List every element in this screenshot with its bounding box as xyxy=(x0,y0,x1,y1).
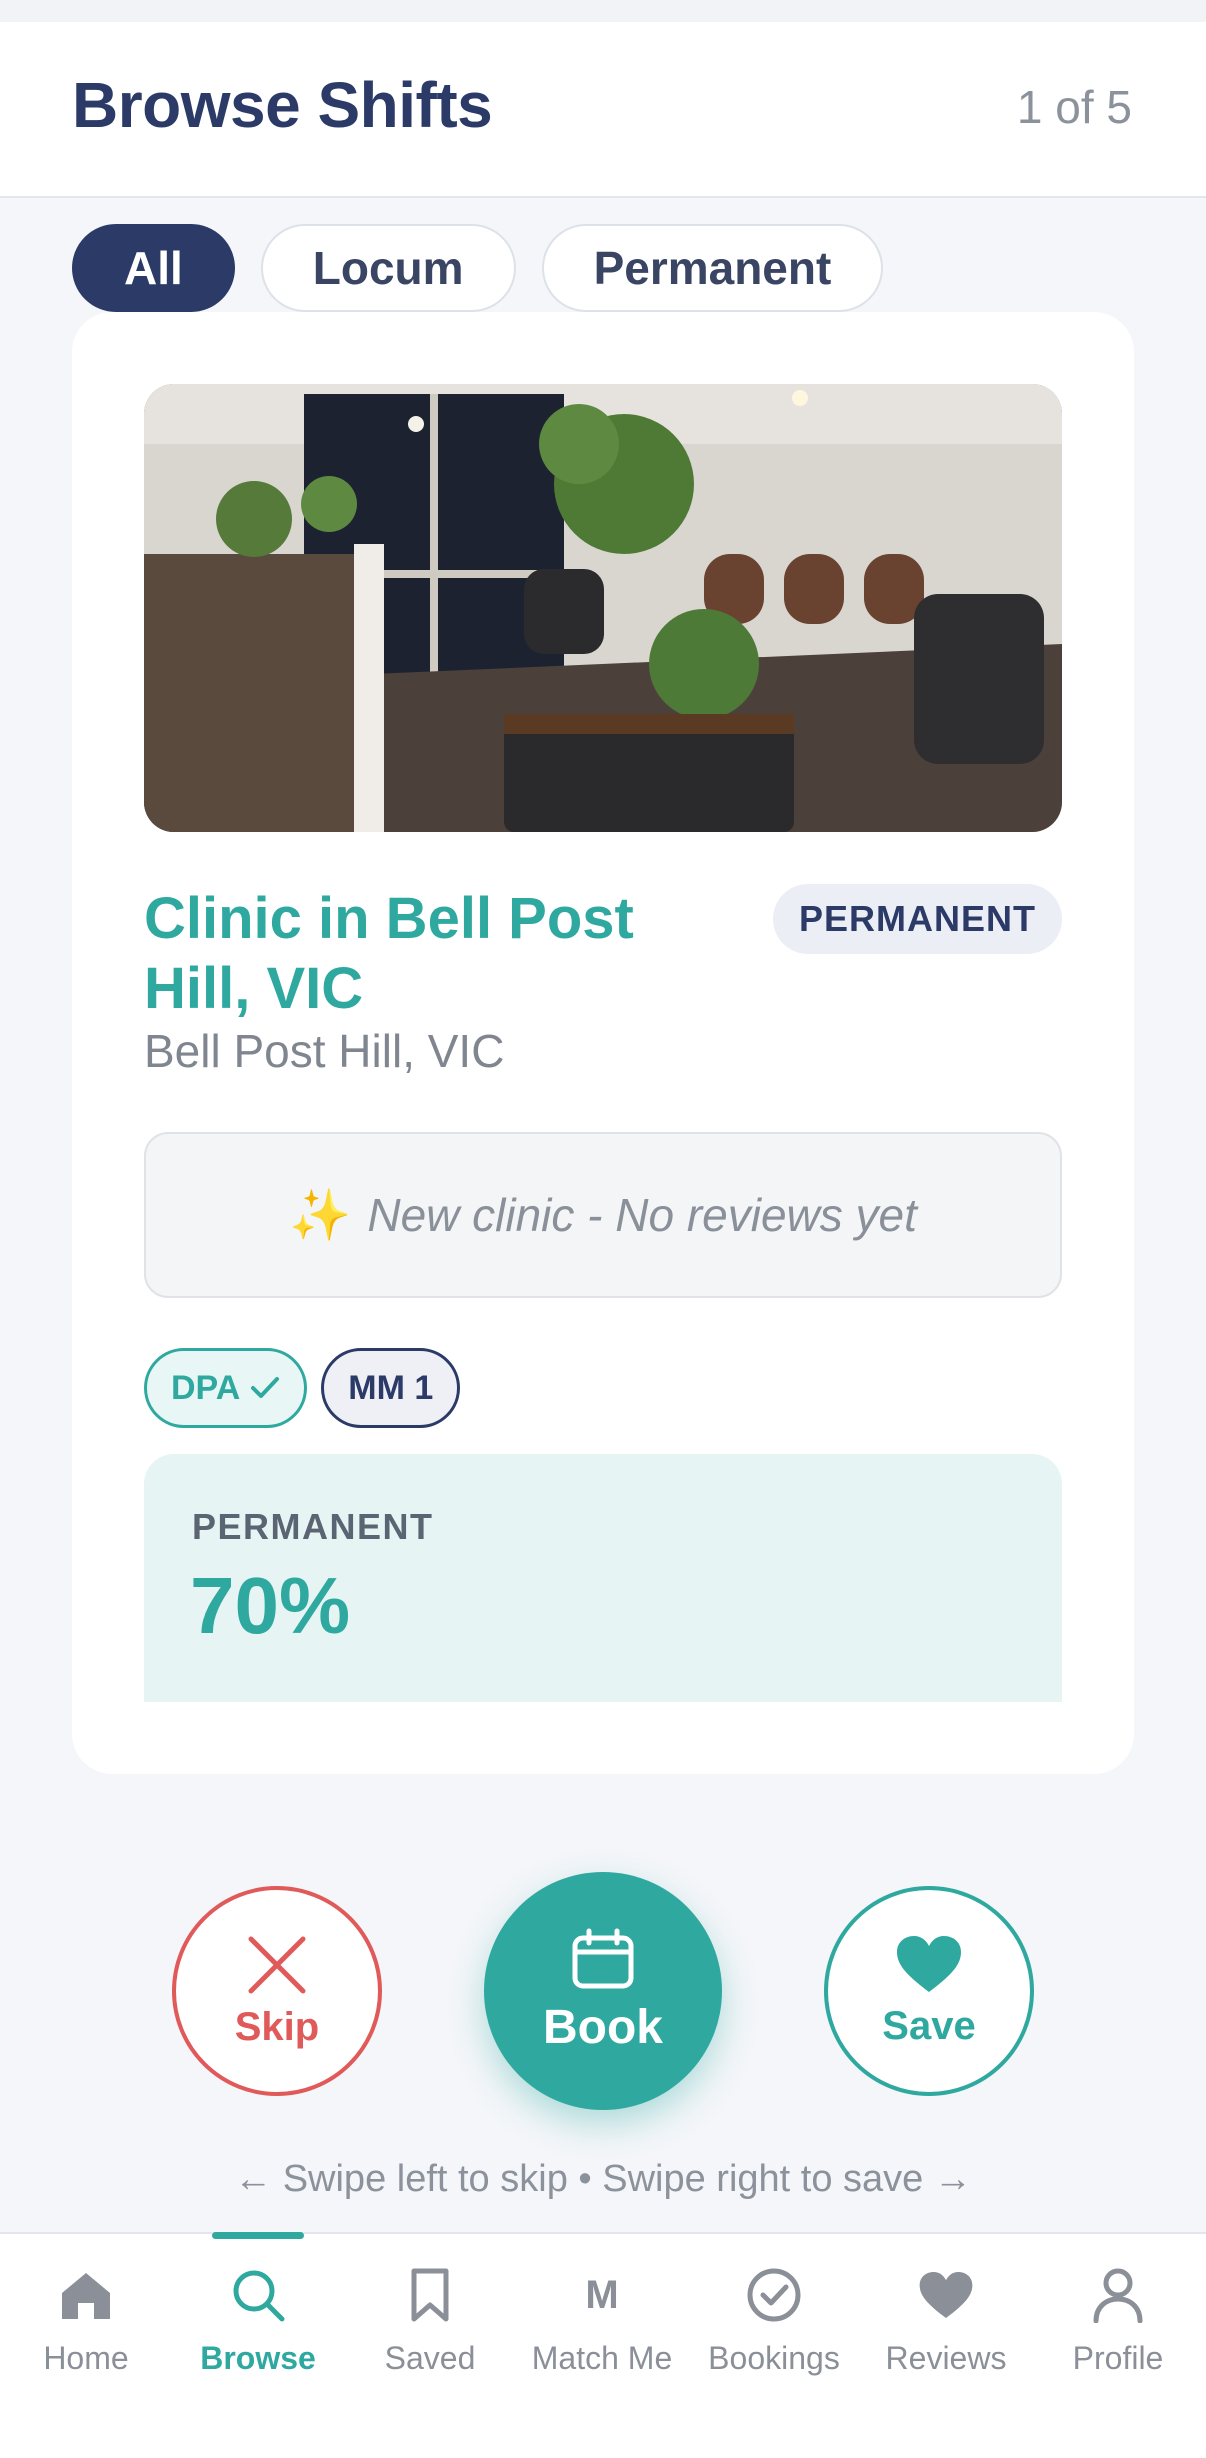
tab-profile-label: Profile xyxy=(1072,2340,1164,2376)
filter-chips: All Locum Permanent xyxy=(72,224,884,312)
shift-counter: 1 of 5 xyxy=(1016,81,1132,133)
book-button[interactable]: Book xyxy=(484,1872,722,2110)
tab-profile[interactable]: Profile xyxy=(1032,2260,1204,2390)
tab-match-me-label: Match Me xyxy=(531,2340,673,2376)
clinic-name: Clinic in Bell Post Hill, VIC xyxy=(144,886,634,1021)
bookmark-icon xyxy=(411,2268,449,2322)
rate-value: 70% xyxy=(190,1561,351,1650)
filter-locum[interactable]: Locum xyxy=(260,224,516,312)
search-icon xyxy=(233,2270,285,2322)
tab-match-me[interactable]: M Match Me xyxy=(516,2260,688,2390)
review-text: New clinic - No reviews yet xyxy=(367,1189,917,1241)
tab-reviews[interactable]: Reviews xyxy=(860,2260,1032,2390)
sparkles-icon: ✨ xyxy=(289,1186,352,1243)
book-label: Book xyxy=(543,2000,663,2054)
checkmark-icon xyxy=(251,1377,280,1398)
filter-permanent[interactable]: Permanent xyxy=(541,224,884,312)
skip-button[interactable]: Skip xyxy=(172,1886,382,2096)
tab-home[interactable]: Home xyxy=(0,2260,172,2390)
m-letter-icon: M xyxy=(585,2272,619,2317)
skip-label: Skip xyxy=(234,2004,320,2049)
tag-dpa-label: DPA xyxy=(171,1368,241,1407)
review-summary: ✨ New clinic - No reviews yet xyxy=(144,1132,1062,1298)
clinic-location: Bell Post Hill, VIC xyxy=(144,1025,505,1077)
tab-browse[interactable]: Browse xyxy=(172,2260,344,2390)
shift-card[interactable]: Clinic in Bell Post Hill, VIC PERMANENT … xyxy=(72,312,1134,1774)
tag-list: DPA MM 1 xyxy=(144,1348,461,1428)
tab-saved-label: Saved xyxy=(384,2340,476,2376)
home-icon xyxy=(62,2273,110,2319)
status-bar xyxy=(0,0,1206,22)
tab-reviews-label: Reviews xyxy=(885,2340,1007,2376)
tab-browse-label: Browse xyxy=(200,2340,316,2376)
page-title: Browse Shifts xyxy=(72,69,493,141)
rate-label: PERMANENT xyxy=(192,1506,434,1547)
save-label: Save xyxy=(882,2003,976,2048)
save-button[interactable]: Save xyxy=(824,1886,1034,2096)
swipe-hint: ← Swipe left to skip • Swipe right to sa… xyxy=(234,2158,972,2200)
active-tab-indicator xyxy=(212,2232,304,2239)
tag-mm: MM 1 xyxy=(321,1348,461,1428)
heart-icon xyxy=(897,1935,961,1992)
close-icon xyxy=(248,1936,306,1993)
shift-type-badge: PERMANENT xyxy=(772,884,1062,954)
tab-bookings[interactable]: Bookings xyxy=(688,2260,860,2390)
tag-mm-label: MM 1 xyxy=(348,1368,434,1407)
calendar-icon xyxy=(572,1928,634,1988)
person-icon xyxy=(1093,2268,1143,2323)
tab-saved[interactable]: Saved xyxy=(344,2260,516,2390)
filter-all[interactable]: All xyxy=(72,224,235,312)
tag-dpa: DPA xyxy=(144,1348,308,1428)
clinic-photo xyxy=(144,384,1062,832)
tab-bookings-label: Bookings xyxy=(708,2340,840,2376)
rate-panel: PERMANENT 70% xyxy=(144,1454,1062,1702)
tab-home-label: Home xyxy=(43,2340,129,2376)
heart-icon xyxy=(919,2271,973,2319)
header: Browse Shifts 1 of 5 xyxy=(0,22,1206,198)
check-circle-icon xyxy=(747,2268,801,2322)
